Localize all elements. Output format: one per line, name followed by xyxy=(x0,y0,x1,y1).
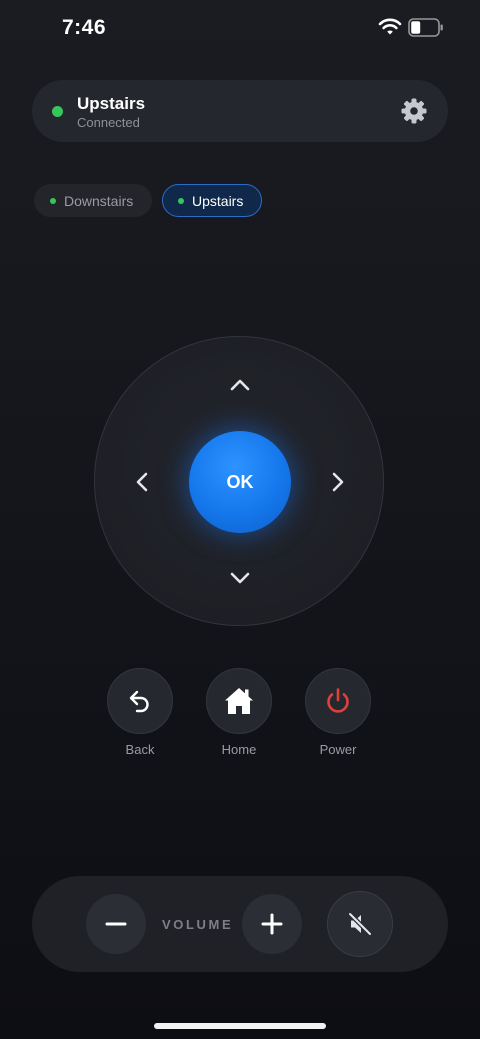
wifi-icon xyxy=(378,18,402,35)
dpad: OK xyxy=(94,336,384,626)
home-label: Home xyxy=(221,742,257,757)
status-bar: 7:46 xyxy=(0,0,480,56)
volume-down-button[interactable] xyxy=(86,894,146,954)
device-chip-downstairs[interactable]: Downstairs xyxy=(34,184,152,217)
device-chip-label: Upstairs xyxy=(192,192,244,209)
gear-icon[interactable] xyxy=(400,97,428,125)
minus-icon xyxy=(105,922,127,926)
volume-bar: VOLUME xyxy=(32,876,448,972)
power-label: Power xyxy=(319,742,357,757)
mute-icon xyxy=(347,911,373,937)
plus-icon xyxy=(261,913,283,935)
chevron-down-icon[interactable] xyxy=(225,563,255,593)
chevron-up-icon[interactable] xyxy=(225,370,255,400)
connection-status-dot xyxy=(52,106,63,117)
back-label: Back xyxy=(125,742,155,757)
home-indicator xyxy=(154,1023,326,1029)
chevron-right-icon[interactable] xyxy=(323,467,353,497)
power-icon xyxy=(327,688,349,713)
volume-label: VOLUME xyxy=(162,917,234,932)
device-chip-label: Downstairs xyxy=(64,192,134,209)
house-icon xyxy=(225,688,253,714)
online-dot xyxy=(178,197,184,204)
status-time: 7:46 xyxy=(62,16,107,39)
device-status: Connected xyxy=(77,115,140,130)
chevron-left-icon[interactable] xyxy=(127,467,157,497)
device-card: Upstairs Connected xyxy=(32,80,448,142)
power-button[interactable] xyxy=(305,668,371,734)
online-dot xyxy=(50,197,56,204)
volume-up-button[interactable] xyxy=(242,894,302,954)
device-name: Upstairs xyxy=(77,94,146,113)
battery-icon xyxy=(408,18,443,37)
device-chip-upstairs[interactable]: Upstairs xyxy=(162,184,262,217)
back-arrow-icon xyxy=(129,690,149,713)
mute-button[interactable] xyxy=(327,891,393,957)
back-button[interactable] xyxy=(107,668,173,734)
home-button[interactable] xyxy=(206,668,272,734)
ok-button[interactable]: OK xyxy=(189,431,291,533)
